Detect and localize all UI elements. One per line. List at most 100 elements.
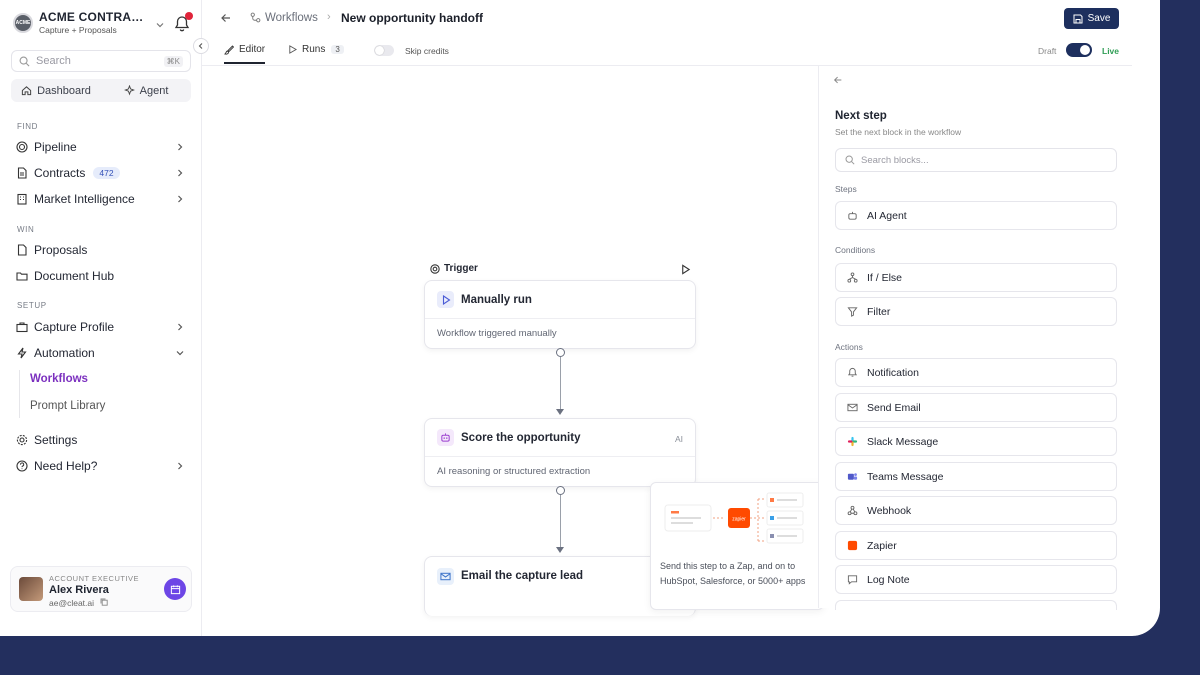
chevron-right-icon: [178, 169, 183, 177]
sidebar-item-label: Contracts: [34, 166, 86, 180]
org-name: ACME CONTRACT...: [39, 11, 149, 23]
sidebar-item-label: Settings: [34, 433, 78, 447]
workflow-icon: [250, 12, 261, 23]
block-teams-message[interactable]: Teams Message: [835, 462, 1117, 491]
search-shortcut: ⌘K: [163, 55, 183, 67]
block-label: Teams Message: [867, 470, 944, 483]
copy-icon[interactable]: [100, 598, 109, 606]
gear-icon: [16, 434, 28, 446]
block-slack-message[interactable]: Slack Message: [835, 427, 1117, 456]
save-icon: [1073, 14, 1083, 23]
section-find: FIND: [17, 122, 39, 131]
collapse-sidebar-button[interactable]: [193, 38, 209, 54]
teams-icon: [846, 471, 858, 483]
node-title: Score the opportunity: [461, 431, 581, 444]
header: Workflows › New opportunity handoff Save: [202, 0, 1160, 36]
arrow-left-icon[interactable]: [220, 12, 232, 24]
ai-tag: AI: [674, 434, 683, 444]
sidebar-item-automation[interactable]: Automation: [16, 343, 191, 363]
mail-icon: [437, 567, 454, 585]
block-ai-agent[interactable]: AI Agent: [835, 201, 1117, 230]
home-icon: [21, 86, 32, 96]
chevron-right-icon: [178, 195, 183, 203]
sidebar-item-contracts[interactable]: Contracts 472: [16, 163, 191, 183]
org-logo: ACME: [13, 12, 33, 33]
briefcase-icon: [16, 322, 28, 333]
editor-tabs: Editor Runs 3 Skip credits Draft Live: [202, 36, 1132, 66]
skip-credits-toggle[interactable]: [374, 45, 394, 56]
org-switcher[interactable]: ACME ACME CONTRACT... Capture + Proposal…: [13, 11, 149, 35]
block-if-else[interactable]: If / Else: [835, 263, 1117, 292]
block-filter[interactable]: Filter: [835, 297, 1117, 326]
block-search-input[interactable]: Search blocks...: [835, 148, 1117, 172]
trigger-label-text: Trigger: [444, 263, 478, 274]
workflow-canvas[interactable]: Trigger Manually run Workflow triggered …: [202, 66, 824, 616]
calendar-button[interactable]: [164, 578, 186, 600]
zapier-logo-text: zapier: [732, 517, 746, 523]
connector-port[interactable]: [556, 486, 565, 495]
block-label: Filter: [867, 305, 891, 318]
lightning-icon: [17, 347, 27, 359]
play-icon: [289, 45, 297, 54]
org-subtitle: Capture + Proposals: [39, 25, 117, 35]
search-icon: [845, 155, 855, 165]
sidebar-item-label: Market Intelligence: [34, 192, 135, 206]
target-icon: [430, 263, 440, 274]
tab-editor[interactable]: Editor: [224, 44, 266, 64]
connector-line: [560, 495, 561, 547]
breadcrumb[interactable]: Workflows: [265, 12, 318, 24]
sidebar-item-label: Automation: [34, 346, 95, 360]
connector-arrow: [556, 547, 564, 553]
block-log-note[interactable]: Log Note: [835, 565, 1117, 594]
runs-count-badge: 3: [331, 45, 344, 54]
zapier-description: Send this step to a Zap, and on to HubSp…: [660, 561, 806, 586]
search-icon: [19, 56, 30, 66]
block-zapier[interactable]: Zapier: [835, 531, 1117, 560]
block-label: Log Note: [867, 573, 910, 586]
run-trigger-icon[interactable]: [680, 264, 691, 275]
chevron-right-icon: [178, 323, 183, 331]
section-win: WIN: [17, 225, 35, 234]
file-icon: [17, 244, 27, 256]
tab-label: Runs: [302, 44, 326, 55]
sidebar-item-help[interactable]: Need Help?: [16, 456, 191, 476]
node-manually-run[interactable]: Manually run Workflow triggered manually: [424, 280, 696, 349]
robot-icon: [846, 210, 858, 222]
sidebar-item-pipeline[interactable]: Pipeline: [16, 137, 191, 157]
block-more[interactable]: [835, 600, 1117, 610]
dashboard-tab[interactable]: Dashboard: [11, 79, 101, 102]
live-toggle[interactable]: [1066, 43, 1092, 57]
block-notification[interactable]: Notification: [835, 358, 1117, 387]
node-title: Email the capture lead: [461, 570, 584, 582]
block-label: Zapier: [867, 539, 897, 552]
chevron-down-icon[interactable]: [155, 20, 165, 30]
chevron-right-icon: [178, 143, 183, 151]
search-input[interactable]: Search ⌘K: [11, 50, 191, 72]
chevron-down-icon: [176, 351, 184, 356]
agent-tab[interactable]: Agent: [101, 79, 191, 102]
save-button[interactable]: Save: [1064, 8, 1119, 29]
node-score-opportunity[interactable]: Score the opportunity AI AI reasoning or…: [424, 418, 696, 487]
node-desc: Workflow triggered manually: [437, 328, 557, 339]
arrow-left-icon[interactable]: [833, 75, 843, 85]
tab-runs[interactable]: Runs 3: [288, 44, 344, 55]
sidebar-item-document-hub[interactable]: Document Hub: [16, 266, 191, 286]
filter-icon: [846, 306, 858, 318]
avatar: [19, 577, 43, 601]
sparkle-icon: [123, 85, 135, 96]
sidebar-item-capture-profile[interactable]: Capture Profile: [16, 317, 191, 337]
page-title: New opportunity handoff: [341, 11, 483, 25]
block-send-email[interactable]: Send Email: [835, 393, 1117, 422]
top-tabs: Dashboard Agent: [11, 79, 191, 102]
node-title: Manually run: [461, 293, 532, 306]
block-webhook[interactable]: Webhook: [835, 496, 1117, 525]
sidebar-item-settings[interactable]: Settings: [16, 430, 191, 450]
sidebar-item-label: Pipeline: [34, 140, 77, 154]
connector-port[interactable]: [556, 348, 565, 357]
sidebar-item-prompt-library[interactable]: Prompt Library: [30, 400, 105, 412]
sidebar-item-market-intelligence[interactable]: Market Intelligence: [16, 189, 191, 209]
connector-arrow: [556, 409, 564, 415]
sidebar-item-proposals[interactable]: Proposals: [16, 240, 191, 260]
account-card[interactable]: ACCOUNT EXECUTIVE Alex Rivera ae@cleat.a…: [10, 566, 192, 612]
sidebar-item-workflows[interactable]: Workflows: [30, 373, 88, 385]
